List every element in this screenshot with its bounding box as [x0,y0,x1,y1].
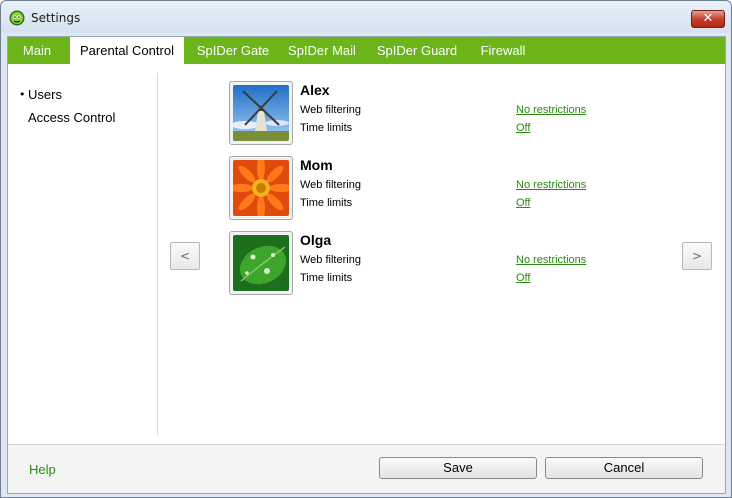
sidebar-item-users[interactable]: Users [28,87,62,102]
user-name: Mom [300,157,333,173]
save-button[interactable]: Save [379,457,537,479]
tab-bar: Main Parental Control SpIDer Gate SpIDer… [8,37,725,64]
title-bar[interactable]: Settings ✕ [1,1,731,33]
tab-main[interactable]: Main [8,37,66,64]
user-card-alex: Alex Web filtering No restrictions Time … [229,81,649,145]
settings-client-area: Main Parental Control SpIDer Gate SpIDer… [7,36,726,494]
user-name: Olga [300,232,332,248]
selected-bullet: • [19,88,26,101]
user-name: Alex [300,82,330,98]
web-filtering-link[interactable]: No restrictions [516,104,586,116]
green-leaf-picture-icon [233,235,289,291]
web-filtering-label: Web filtering [300,254,361,266]
time-limits-link[interactable]: Off [516,272,530,284]
sidebar: • Users Access Control [8,64,158,444]
user-card-olga: Olga Web filtering No restrictions Time … [229,231,649,295]
web-filtering-label: Web filtering [300,179,361,191]
dr-web-spider-icon [9,10,25,26]
windmill-picture-icon [233,85,289,141]
time-limits-label: Time limits [300,122,353,134]
tab-parental-control[interactable]: Parental Control [70,37,184,64]
close-icon: ✕ [702,11,714,26]
time-limits-link[interactable]: Off [516,197,530,209]
sidebar-item-access-control[interactable]: Access Control [28,110,115,125]
help-link[interactable]: Help [29,462,56,477]
next-page-button[interactable]: > [682,242,712,270]
web-filtering-label: Web filtering [300,104,361,116]
avatar[interactable] [229,156,293,220]
web-filtering-link[interactable]: No restrictions [516,254,586,266]
footer: Help Save Cancel [8,445,725,493]
cancel-button[interactable]: Cancel [545,457,703,479]
previous-page-button[interactable]: < [170,242,200,270]
web-filtering-link[interactable]: No restrictions [516,179,586,191]
orange-flower-picture-icon [233,160,289,216]
avatar[interactable] [229,231,293,295]
settings-window: Settings ✕ Main Parental Control SpIDer … [0,0,732,498]
tab-spider-mail[interactable]: SpIDer Mail [282,37,362,64]
tab-spider-gate[interactable]: SpIDer Gate [188,37,278,64]
tab-firewall[interactable]: Firewall [474,37,532,64]
tab-spider-guard[interactable]: SpIDer Guard [370,37,464,64]
time-limits-label: Time limits [300,272,353,284]
time-limits-link[interactable]: Off [516,122,530,134]
avatar[interactable] [229,81,293,145]
window-title: Settings [31,11,81,25]
close-button[interactable]: ✕ [691,10,725,28]
users-panel: < > Alex Web filtering No restrictions T… [158,64,725,444]
user-card-mom: Mom Web filtering No restrictions Time l… [229,156,649,220]
time-limits-label: Time limits [300,197,353,209]
